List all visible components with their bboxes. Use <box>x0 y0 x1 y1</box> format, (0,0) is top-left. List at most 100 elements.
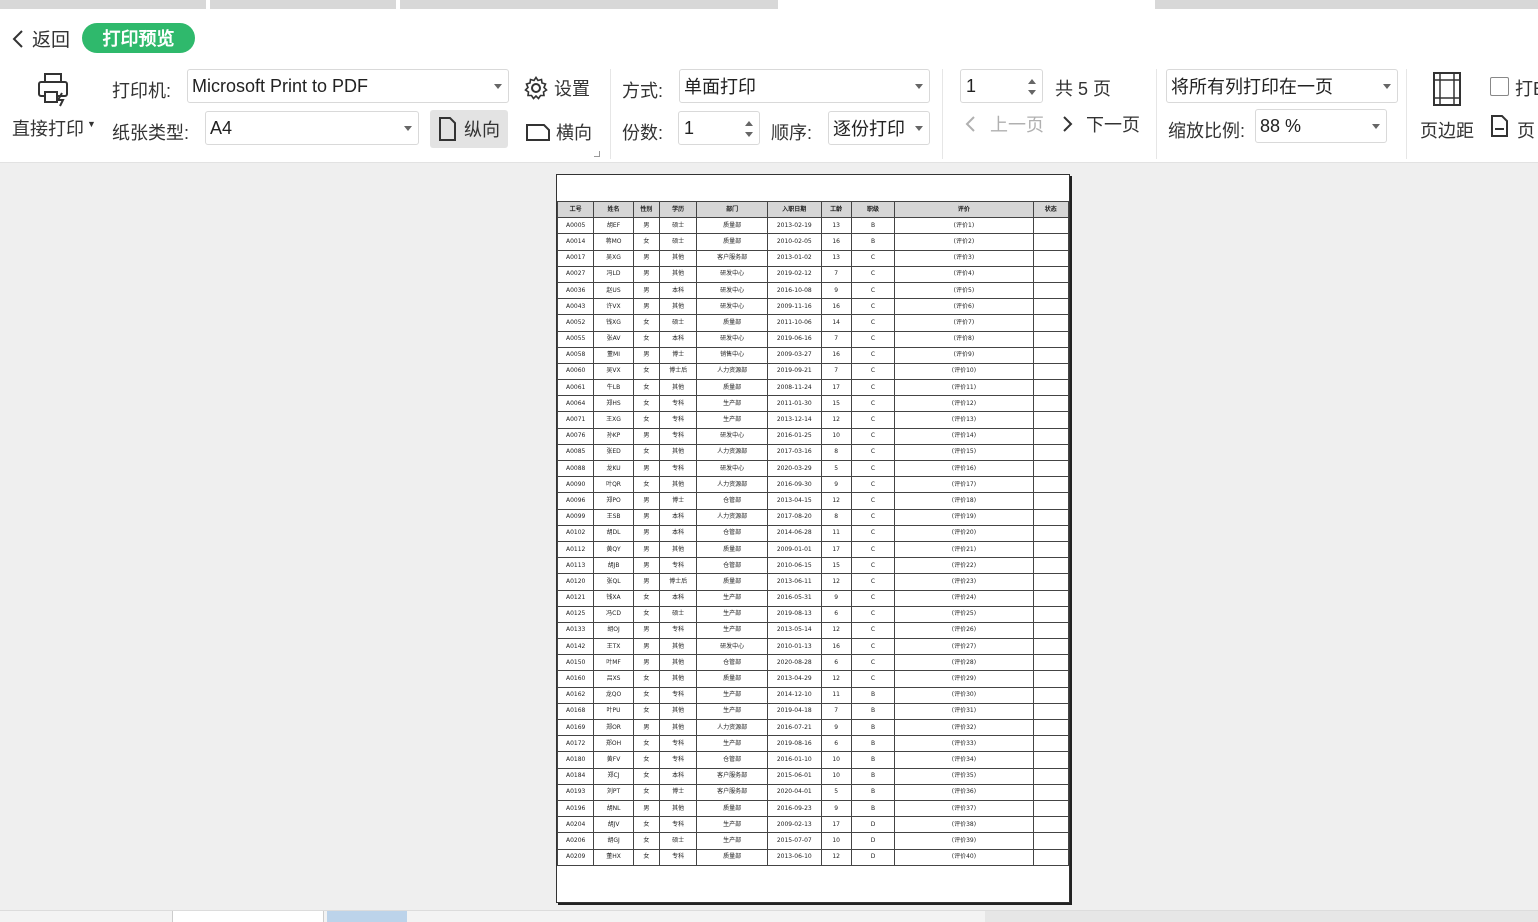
table-cell: 其他 <box>658 379 698 397</box>
table-cell: A0099 <box>556 508 595 526</box>
table-cell: 男 <box>632 298 660 316</box>
next-page-button[interactable]: 下一页 <box>1062 111 1140 137</box>
prev-page-button[interactable]: 上一页 <box>964 111 1044 137</box>
print-order-value: 逐份打印 <box>833 119 905 139</box>
table-cell: (评价20) <box>894 524 1034 542</box>
table-cell: 人力资源部 <box>696 362 769 381</box>
table-cell: C <box>850 589 896 607</box>
landscape-button[interactable]: 横向 <box>526 119 592 145</box>
table-cell: 质量部 <box>696 233 769 251</box>
increment-icon[interactable] <box>745 121 753 126</box>
print-mode-select[interactable]: 单面打印 <box>679 69 930 103</box>
table-cell: C <box>850 605 896 623</box>
table-cell: 王SB <box>593 508 634 526</box>
table-cell: 9 <box>820 718 852 737</box>
print-order-select[interactable]: 逐份打印 <box>828 111 930 145</box>
table-cell: 男 <box>632 492 660 510</box>
column-header: 入职日期 <box>767 200 822 219</box>
table-cell: 博士后 <box>658 362 698 381</box>
fit-to-page-select[interactable]: 将所有列打印在一页 <box>1166 69 1398 103</box>
page-number-stepper[interactable]: 1 <box>960 69 1043 103</box>
chevron-down-icon <box>915 84 923 89</box>
table-cell: 王XG <box>593 411 634 429</box>
table-cell: 黄QY <box>593 540 634 559</box>
table-cell: A0005 <box>556 217 595 235</box>
table-cell: 质量部 <box>696 848 769 866</box>
table-cell: 男 <box>632 799 660 818</box>
page-setup-icon[interactable] <box>1490 115 1508 142</box>
paper-type-select[interactable]: A4 <box>205 111 419 145</box>
table-cell: 女 <box>632 476 660 494</box>
window-tab[interactable] <box>210 0 396 9</box>
portrait-button[interactable]: 纵向 <box>430 110 508 148</box>
increment-icon[interactable] <box>1028 79 1036 84</box>
page-setup-label[interactable]: 页 <box>1517 117 1535 143</box>
copies-value: 1 <box>684 117 695 138</box>
table-cell: 2009-11-16 <box>767 298 822 316</box>
table-cell: 专科 <box>658 459 698 478</box>
table-cell: 16 <box>820 233 852 251</box>
window-tab[interactable] <box>0 0 206 9</box>
table-cell <box>1032 589 1070 607</box>
table-cell: 胡OJ <box>593 621 634 640</box>
table-row: A0150 叶MF 男其他 仓管部 2020-08-28 6 C (评价28) <box>556 654 1070 672</box>
margins-icon[interactable] <box>1432 71 1462 112</box>
table-cell: 研发中心 <box>696 330 769 348</box>
table-cell: A0180 <box>556 751 595 769</box>
table-cell: 17 <box>820 540 852 559</box>
table-cell: 生产部 <box>696 686 769 704</box>
table-row: A0142 王TX 男其他 研发中心 2010-01-13 16 C (评价27) <box>556 638 1070 656</box>
mode-label: 方式: <box>622 81 664 101</box>
sheet-tab[interactable] <box>410 911 514 922</box>
table-cell: A0027 <box>556 265 595 283</box>
gear-icon <box>524 76 548 100</box>
scale-select[interactable]: 88 % <box>1255 109 1387 143</box>
column-header: 学历 <box>658 200 698 219</box>
table-row: A0043 许VX 男其他 研发中心 2009-11-16 16 C (评价6) <box>556 298 1070 316</box>
table-cell: 研发中心 <box>696 281 769 300</box>
table-row: A0088 龙KU 男专科 研发中心 2020-03-29 5 C (评价16) <box>556 459 1070 478</box>
decrement-icon[interactable] <box>745 132 753 137</box>
column-header: 评价 <box>894 200 1034 219</box>
table-cell: (评价29) <box>894 670 1034 688</box>
printer-icon[interactable] <box>36 71 72 112</box>
direct-print-button[interactable]: 直接打印 ▼ <box>12 115 96 141</box>
table-cell: A0142 <box>556 638 595 656</box>
horizontal-scrollbar[interactable] <box>985 911 1538 922</box>
settings-button[interactable]: 设置 <box>524 75 590 101</box>
table-cell: 2014-06-28 <box>767 524 822 542</box>
window-tab[interactable] <box>400 0 778 9</box>
expand-corner-icon[interactable] <box>594 151 600 157</box>
table-cell: 人力资源部 <box>696 718 769 737</box>
table-row: A0096 郑PO 男博士 仓管部 2013-04-15 12 C (评价18) <box>556 492 1070 510</box>
table-cell: 16 <box>820 298 852 316</box>
table-cell: 11 <box>820 524 852 542</box>
chevron-left-icon <box>12 29 23 48</box>
table-cell <box>1032 314 1070 332</box>
window-tab[interactable] <box>1155 0 1538 9</box>
column-header: 姓名 <box>593 200 634 219</box>
table-row: A0112 黄QY 男其他 质量部 2009-01-01 17 C (评价21) <box>556 540 1070 559</box>
table-cell: 女 <box>632 670 660 688</box>
sheet-tab[interactable] <box>327 911 407 922</box>
table-cell: 孙KP <box>593 427 634 445</box>
table-cell: B <box>850 751 896 769</box>
table-cell: 2017-03-16 <box>767 443 822 462</box>
printer-select[interactable]: Microsoft Print to PDF <box>187 69 509 103</box>
printer-label: 打印机: <box>112 81 172 101</box>
table-cell: 2019-09-21 <box>767 362 822 381</box>
margins-label[interactable]: 页边距 <box>1420 117 1474 143</box>
column-header: 职级 <box>850 200 896 219</box>
sheet-tab[interactable] <box>172 911 324 922</box>
table-cell: A0043 <box>556 298 595 316</box>
decrement-icon[interactable] <box>1028 90 1036 95</box>
portrait-page-icon <box>439 117 456 141</box>
table-cell: 男 <box>632 427 660 445</box>
copies-stepper[interactable]: 1 <box>678 111 760 145</box>
table-cell: (评价36) <box>894 783 1034 801</box>
table-cell: 2016-09-23 <box>767 799 822 818</box>
table-cell <box>1032 459 1070 478</box>
back-button[interactable]: 返回 <box>12 25 70 52</box>
table-row: A0064 郑HS 女专科 生产部 2011-01-30 15 C (评价12) <box>556 395 1070 413</box>
option-checkbox[interactable] <box>1490 77 1509 96</box>
